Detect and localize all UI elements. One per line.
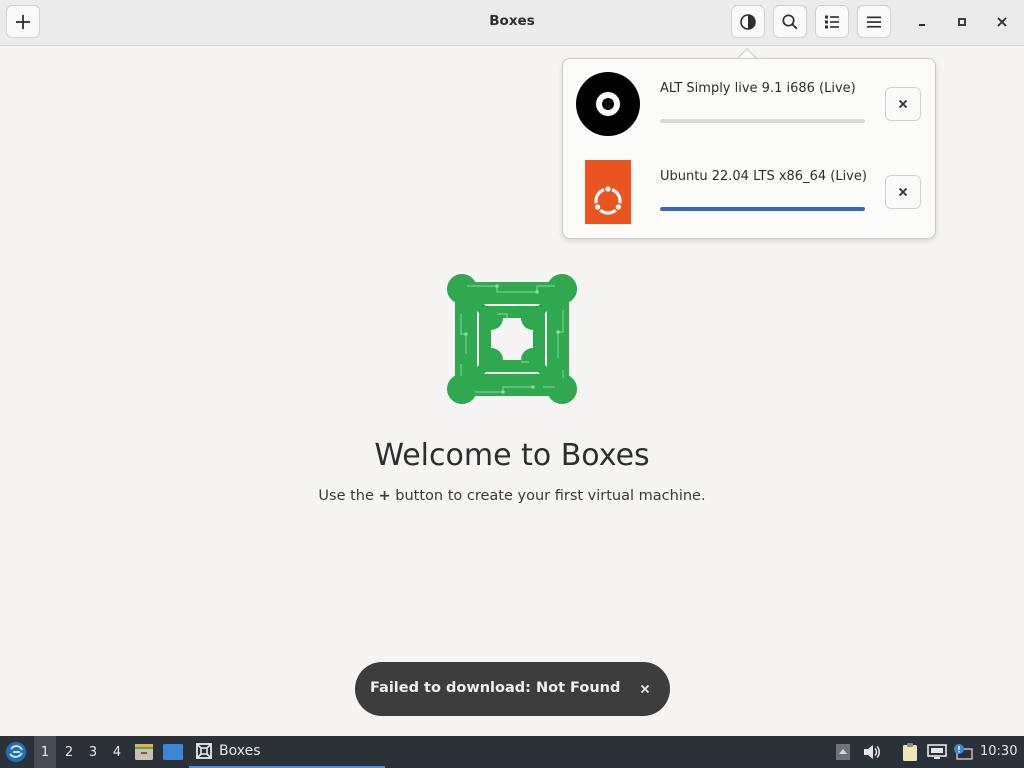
clipboard-icon bbox=[903, 743, 917, 761]
welcome-subtitle-before: Use the bbox=[318, 488, 374, 504]
clock[interactable]: 10:30 bbox=[980, 744, 1017, 759]
minimize-button[interactable] bbox=[905, 5, 939, 38]
close-icon bbox=[898, 187, 908, 197]
download-item: Ubuntu 22.04 LTS x86_64 (Live) bbox=[563, 153, 935, 233]
download-progress-bar bbox=[660, 207, 865, 211]
downloads-popover: ALT Simply live 9.1 i686 (Live) Ubuntu 2… bbox=[562, 58, 936, 239]
cancel-download-button[interactable] bbox=[885, 87, 921, 121]
workspace-1[interactable]: 1 bbox=[34, 736, 56, 768]
hamburger-icon bbox=[867, 16, 881, 28]
tray-clipboard[interactable] bbox=[899, 736, 921, 768]
workspace-4[interactable]: 4 bbox=[106, 736, 128, 768]
network-icon bbox=[927, 744, 947, 759]
taskbar: 1 2 3 4 Boxes 10:30 bbox=[0, 736, 1024, 768]
upload-arrow-icon bbox=[836, 744, 850, 760]
search-button[interactable] bbox=[773, 5, 807, 38]
close-window-button[interactable] bbox=[985, 5, 1019, 38]
ubuntu-icon bbox=[585, 160, 631, 224]
disc-icon bbox=[576, 72, 640, 136]
taskbar-task-boxes[interactable]: Boxes bbox=[189, 736, 385, 768]
speaker-icon bbox=[864, 745, 880, 759]
tray-volume[interactable] bbox=[862, 736, 882, 768]
list-view-icon bbox=[825, 15, 839, 28]
toast-message: Failed to download: Not Found bbox=[370, 680, 621, 696]
folder-icon bbox=[135, 744, 153, 760]
welcome-subtitle-plus: + bbox=[378, 488, 391, 504]
welcome-subtitle-after: button to create your first virtual mach… bbox=[395, 488, 706, 504]
tray-notifications[interactable] bbox=[952, 736, 974, 768]
close-icon bbox=[997, 16, 1007, 27]
download-name: Ubuntu 22.04 LTS x86_64 (Live) bbox=[660, 169, 867, 184]
close-icon bbox=[640, 684, 650, 694]
download-progress-bar bbox=[660, 119, 865, 123]
download-progress-fill bbox=[660, 207, 865, 211]
search-icon bbox=[782, 13, 798, 29]
file-manager-launcher[interactable] bbox=[133, 736, 155, 768]
distro-logo-icon bbox=[6, 742, 26, 762]
desktop-icon bbox=[163, 744, 183, 760]
taskbar-task-label: Boxes bbox=[219, 743, 261, 759]
half-circle-icon bbox=[740, 13, 756, 30]
tray-network[interactable] bbox=[926, 736, 948, 768]
theme-toggle-button[interactable] bbox=[731, 5, 765, 38]
welcome-title: Welcome to Boxes bbox=[374, 438, 650, 473]
view-toggle-button[interactable] bbox=[815, 5, 849, 38]
download-item: ALT Simply live 9.1 i686 (Live) bbox=[563, 65, 935, 145]
download-name: ALT Simply live 9.1 i686 (Live) bbox=[660, 81, 856, 96]
boxes-logo-icon bbox=[447, 274, 577, 404]
info-monitor-icon bbox=[954, 744, 973, 760]
main-menu-button[interactable] bbox=[857, 5, 891, 38]
error-toast: Failed to download: Not Found bbox=[355, 662, 670, 716]
boxes-app-icon bbox=[196, 743, 212, 759]
maximize-icon bbox=[958, 17, 966, 26]
workspace-3[interactable]: 3 bbox=[82, 736, 104, 768]
toast-close-button[interactable] bbox=[637, 681, 653, 697]
header-bar: Boxes bbox=[0, 0, 1024, 46]
tray-updates[interactable] bbox=[834, 736, 852, 768]
start-menu-button[interactable] bbox=[3, 736, 29, 768]
show-desktop-button[interactable] bbox=[161, 736, 185, 768]
maximize-button[interactable] bbox=[945, 5, 979, 38]
minimize-icon bbox=[919, 23, 925, 26]
workspace-2[interactable]: 2 bbox=[58, 736, 80, 768]
close-icon bbox=[898, 99, 908, 109]
cancel-download-button[interactable] bbox=[885, 175, 921, 209]
welcome-subtitle: Use the + button to create your first vi… bbox=[0, 488, 1024, 504]
